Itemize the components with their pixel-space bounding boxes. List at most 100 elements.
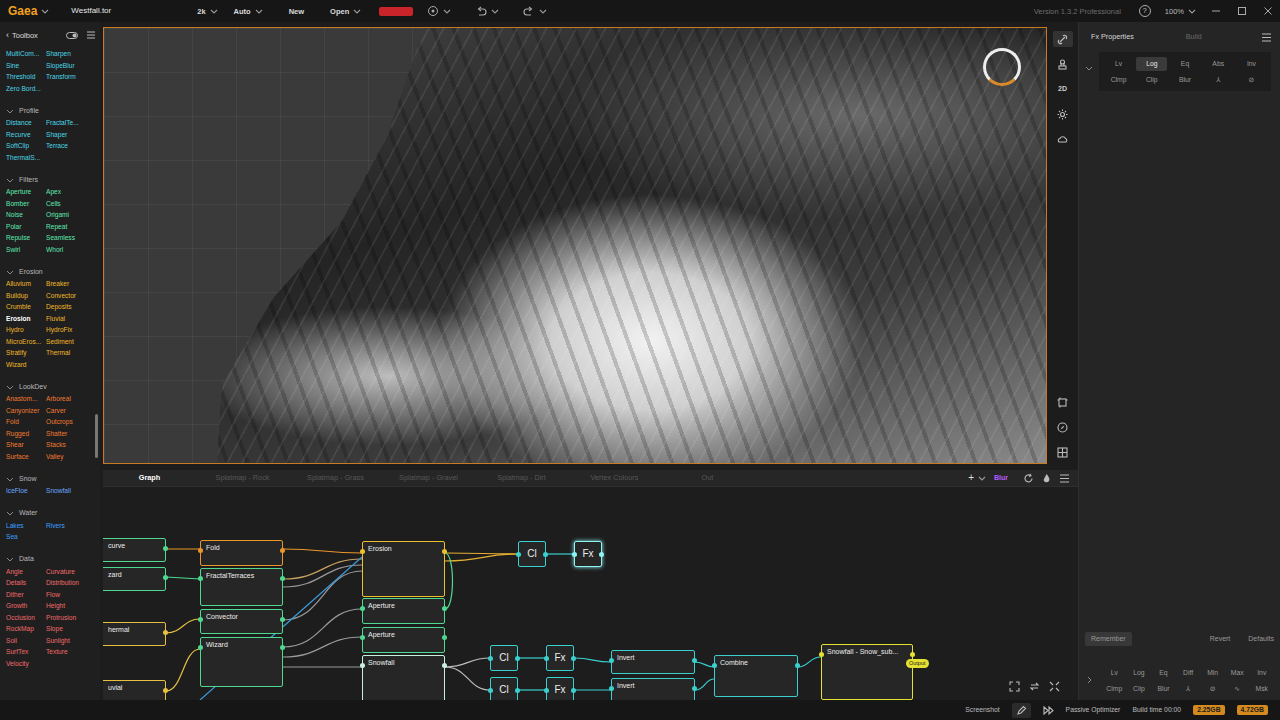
section-header[interactable]: Filters	[6, 172, 96, 188]
tool-item[interactable]: Noise	[6, 211, 46, 223]
tool-button[interactable]	[1053, 394, 1073, 410]
tool-item[interactable]: RockMap	[6, 625, 46, 637]
grid-icon[interactable]	[1057, 447, 1068, 458]
chevron-down-icon[interactable]	[6, 476, 14, 483]
remember-button[interactable]: Remember	[1085, 632, 1132, 646]
dropdown-caret-icon[interactable]	[539, 8, 547, 15]
menu-icon[interactable]	[1059, 473, 1070, 484]
output-port[interactable]	[442, 635, 447, 640]
tool-item[interactable]: Rivers	[46, 522, 92, 534]
section-header[interactable]: Water	[6, 506, 96, 522]
output-port[interactable]	[692, 686, 697, 691]
graph-tab[interactable]: Splatmap - Dirt	[475, 474, 568, 483]
tool-item[interactable]: SoftClip	[6, 142, 46, 154]
tool-item[interactable]: MicroEros...	[6, 338, 46, 350]
graph-tab[interactable]: Out	[661, 474, 754, 483]
optimizer-toggle[interactable]: Passive Optimizer	[1066, 706, 1121, 714]
input-port[interactable]	[488, 656, 493, 661]
toggle-icon[interactable]	[66, 31, 78, 40]
tool-button[interactable]	[1053, 419, 1073, 435]
input-port[interactable]	[544, 656, 549, 661]
tool-item[interactable]: Swirl	[6, 246, 46, 258]
quick-button[interactable]: Clip	[1128, 682, 1151, 696]
tool-item[interactable]: Sine	[6, 62, 46, 74]
section-header[interactable]: LookDev	[6, 379, 96, 395]
chevron-down-icon[interactable]	[6, 269, 14, 276]
revert-button[interactable]: Revert	[1210, 635, 1231, 643]
tool-item[interactable]: Slope	[46, 625, 92, 637]
tool-item[interactable]: Stacks	[46, 441, 92, 453]
menu-button[interactable]: Open	[330, 7, 349, 16]
quick-button[interactable]: ⅄	[1177, 682, 1200, 696]
defaults-button[interactable]: Defaults	[1248, 635, 1274, 643]
tool-item[interactable]: Dither	[6, 591, 46, 603]
chevron-right-icon[interactable]	[1086, 676, 1093, 684]
tool-item[interactable]: Threshold	[6, 73, 46, 85]
fx-button[interactable]: Clmp	[1103, 73, 1134, 87]
menu-icon[interactable]	[1261, 32, 1272, 43]
graph-tab[interactable]: Splatmap - Gravel	[382, 474, 475, 483]
compass-icon[interactable]	[1057, 422, 1068, 433]
tool-item[interactable]: SurfTex	[6, 648, 46, 660]
input-port[interactable]	[572, 552, 577, 557]
chevron-down-icon[interactable]	[1085, 65, 1093, 72]
chevron-down-icon[interactable]	[6, 384, 14, 391]
properties-tab[interactable]: Build	[1186, 33, 1202, 42]
tool-item[interactable]: Sea	[6, 533, 46, 545]
close-icon[interactable]	[1262, 5, 1274, 17]
input-port[interactable]	[198, 617, 203, 622]
tool-item[interactable]: Stratify	[6, 349, 46, 361]
tool-button[interactable]	[1053, 31, 1073, 47]
dropdown-caret-icon[interactable]	[41, 8, 49, 15]
tool-item[interactable]: Outcrops	[46, 418, 92, 430]
tool-item[interactable]: Erosion	[6, 315, 46, 327]
tool-item[interactable]: Terrace	[46, 142, 92, 154]
view-2d-button[interactable]: 2D	[1053, 81, 1073, 97]
fx-button[interactable]: Abs	[1203, 57, 1234, 71]
graph-node[interactable]: Invert	[611, 678, 695, 700]
input-port[interactable]	[198, 548, 203, 553]
quick-button[interactable]: Clmp	[1103, 682, 1126, 696]
graph-node[interactable]: FractalTerraces	[200, 568, 283, 606]
tool-item[interactable]: Curvature	[46, 568, 92, 580]
zoom-dropdown[interactable]: 100%	[1165, 7, 1184, 16]
fx-button[interactable]: Blur	[1169, 73, 1200, 87]
maximize-icon[interactable]	[1236, 5, 1248, 17]
tool-item[interactable]: Flow	[46, 591, 92, 603]
output-port[interactable]	[280, 576, 285, 581]
tool-item[interactable]: Hydro	[6, 326, 46, 338]
graph-tab[interactable]: Graph	[103, 474, 196, 483]
graph-node[interactable]: Convector	[200, 609, 283, 634]
resolution-dropdown[interactable]: 2k	[197, 7, 205, 16]
cloud-icon[interactable]	[1057, 134, 1068, 145]
output-port[interactable]	[442, 606, 447, 611]
tool-item[interactable]: HydroFix	[46, 326, 92, 338]
tool-item[interactable]: Convector	[46, 292, 92, 304]
graph-node[interactable]: Erosion	[362, 541, 445, 597]
section-header[interactable]: Erosion	[6, 264, 96, 280]
expand-icon[interactable]	[1049, 681, 1060, 692]
tool-item[interactable]: Rugged	[6, 430, 46, 442]
tool-item[interactable]: Anastom...	[6, 395, 46, 407]
dropdown-caret-icon[interactable]	[210, 8, 218, 15]
tool-item[interactable]: Angle	[6, 568, 46, 580]
fx-button[interactable]: Log	[1136, 57, 1167, 71]
output-port[interactable]	[163, 575, 168, 580]
graph-node[interactable]: Snowfall - Snow_sub...Output	[821, 644, 913, 700]
undo-icon[interactable]	[475, 5, 487, 17]
tool-item[interactable]: Fluvial	[46, 315, 92, 327]
input-port[interactable]	[516, 552, 521, 557]
tool-item[interactable]: SlopeBlur	[46, 62, 92, 74]
tool-item[interactable]: Sharpen	[46, 50, 92, 62]
scrollbar-thumb[interactable]	[95, 414, 98, 458]
tool-button[interactable]	[1053, 106, 1073, 122]
input-port[interactable]	[198, 576, 203, 581]
graph-node[interactable]: zard	[103, 567, 166, 591]
output-port[interactable]	[795, 663, 800, 668]
tool-item[interactable]: Height	[46, 602, 92, 614]
tool-item[interactable]: Seamless	[46, 234, 92, 246]
chevron-down-icon[interactable]	[6, 556, 14, 563]
tool-item[interactable]: Texture	[46, 648, 92, 660]
link-icon[interactable]	[1057, 34, 1068, 45]
pencil-icon[interactable]	[1016, 705, 1027, 716]
